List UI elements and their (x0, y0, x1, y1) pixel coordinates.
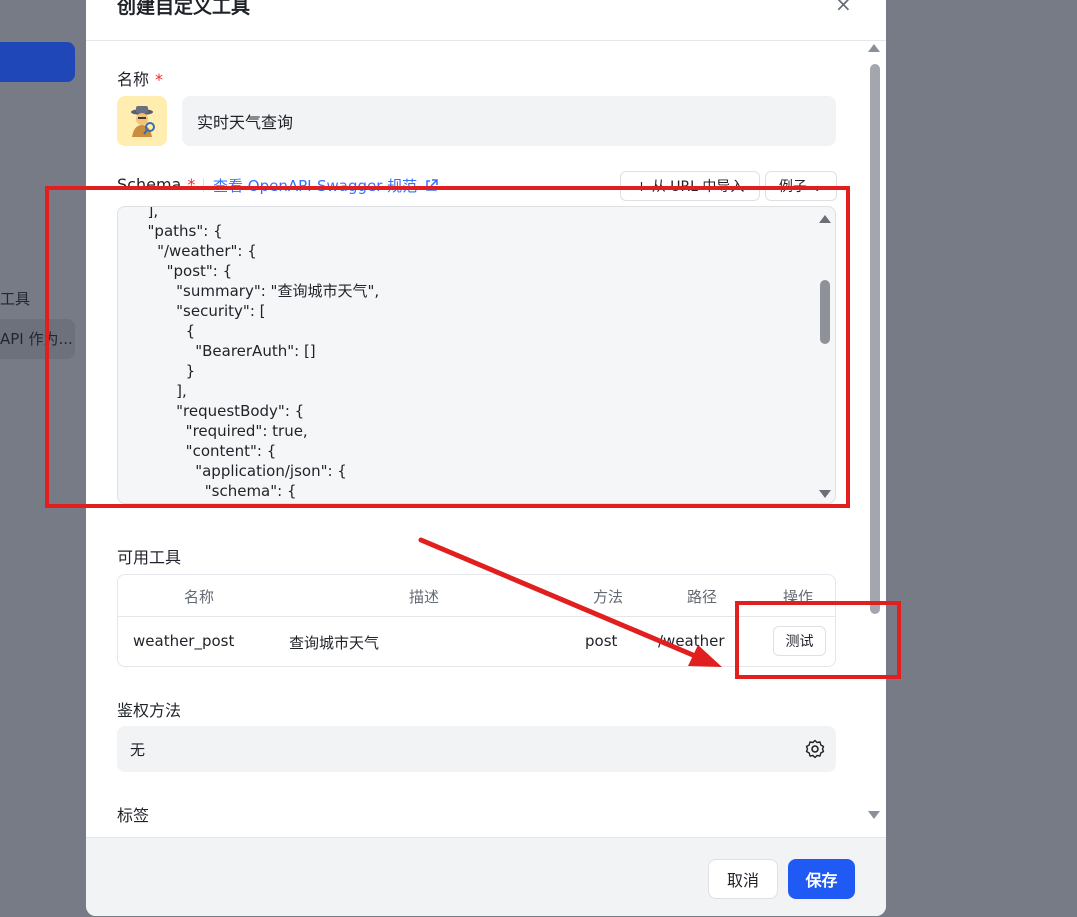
annotation-arrow (418, 537, 722, 667)
